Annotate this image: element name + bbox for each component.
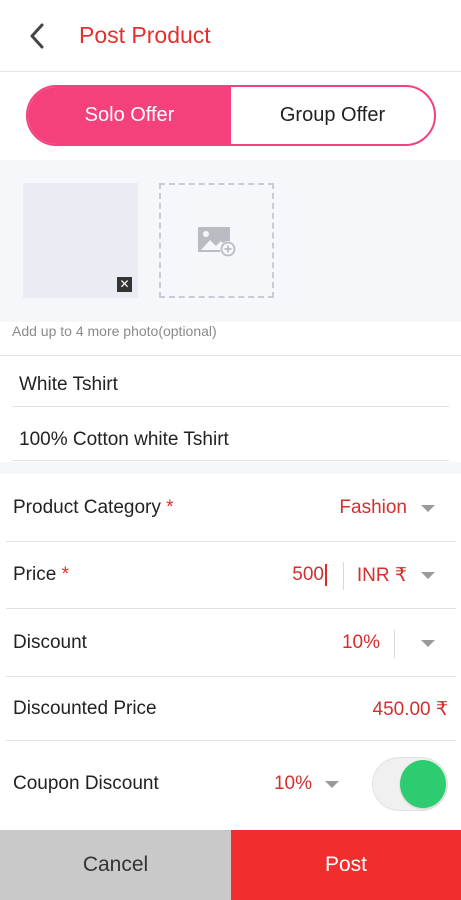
chevron-down-icon[interactable] xyxy=(421,505,435,512)
add-photo-button[interactable] xyxy=(159,183,274,298)
divider xyxy=(6,740,456,741)
chevron-down-icon[interactable] xyxy=(421,572,435,579)
divider xyxy=(12,460,449,461)
discounted-price-value: 450.00 ₹ xyxy=(372,699,448,720)
chevron-down-icon[interactable] xyxy=(325,781,339,788)
separator xyxy=(343,562,344,590)
divider xyxy=(6,608,456,609)
coupon-discount-select[interactable]: 10% xyxy=(274,773,312,795)
chevron-down-icon[interactable] xyxy=(421,640,435,647)
bottom-action-bar: Cancel Post xyxy=(0,830,461,900)
photo-section: ✕ Add up to 4 more photo(optional) xyxy=(0,160,461,339)
divider xyxy=(6,541,456,542)
divider xyxy=(12,406,449,407)
product-name-field[interactable]: White Tshirt xyxy=(19,374,118,396)
product-description-field[interactable]: 100% Cotton white Tshirt xyxy=(19,429,229,451)
chevron-left-icon xyxy=(30,23,44,49)
currency-select[interactable]: INR ₹ xyxy=(357,564,407,587)
image-add-icon xyxy=(197,226,236,257)
app-header: Post Product xyxy=(0,0,461,72)
back-button[interactable] xyxy=(22,20,52,52)
text-cursor xyxy=(325,564,327,586)
coupon-discount-label: Coupon Discount xyxy=(13,773,159,794)
tab-group-offer[interactable]: Group Offer xyxy=(231,87,434,144)
discounted-price-label: Discounted Price xyxy=(13,698,157,719)
price-label: Price * xyxy=(13,564,69,585)
section-gap xyxy=(0,462,461,474)
switch-knob xyxy=(400,760,446,808)
photo-hint-text: Add up to 4 more photo(optional) xyxy=(12,323,217,339)
page-title: Post Product xyxy=(79,22,211,48)
remove-photo-icon[interactable]: ✕ xyxy=(117,277,132,292)
price-input[interactable]: 500 xyxy=(292,564,327,586)
divider xyxy=(0,355,461,356)
tab-solo-offer[interactable]: Solo Offer xyxy=(28,87,231,144)
divider xyxy=(6,676,456,677)
photo-thumbnail[interactable]: ✕ xyxy=(23,183,138,298)
category-label: Product Category * xyxy=(13,497,174,518)
cancel-button[interactable]: Cancel xyxy=(0,830,231,900)
category-select[interactable]: Fashion xyxy=(339,497,407,519)
post-button[interactable]: Post xyxy=(231,830,461,900)
discount-select[interactable]: 10% xyxy=(342,632,380,654)
offer-type-toggle: Solo Offer Group Offer xyxy=(26,85,436,146)
coupon-discount-switch[interactable] xyxy=(372,757,448,811)
discount-label: Discount xyxy=(13,632,87,653)
separator xyxy=(394,630,395,658)
